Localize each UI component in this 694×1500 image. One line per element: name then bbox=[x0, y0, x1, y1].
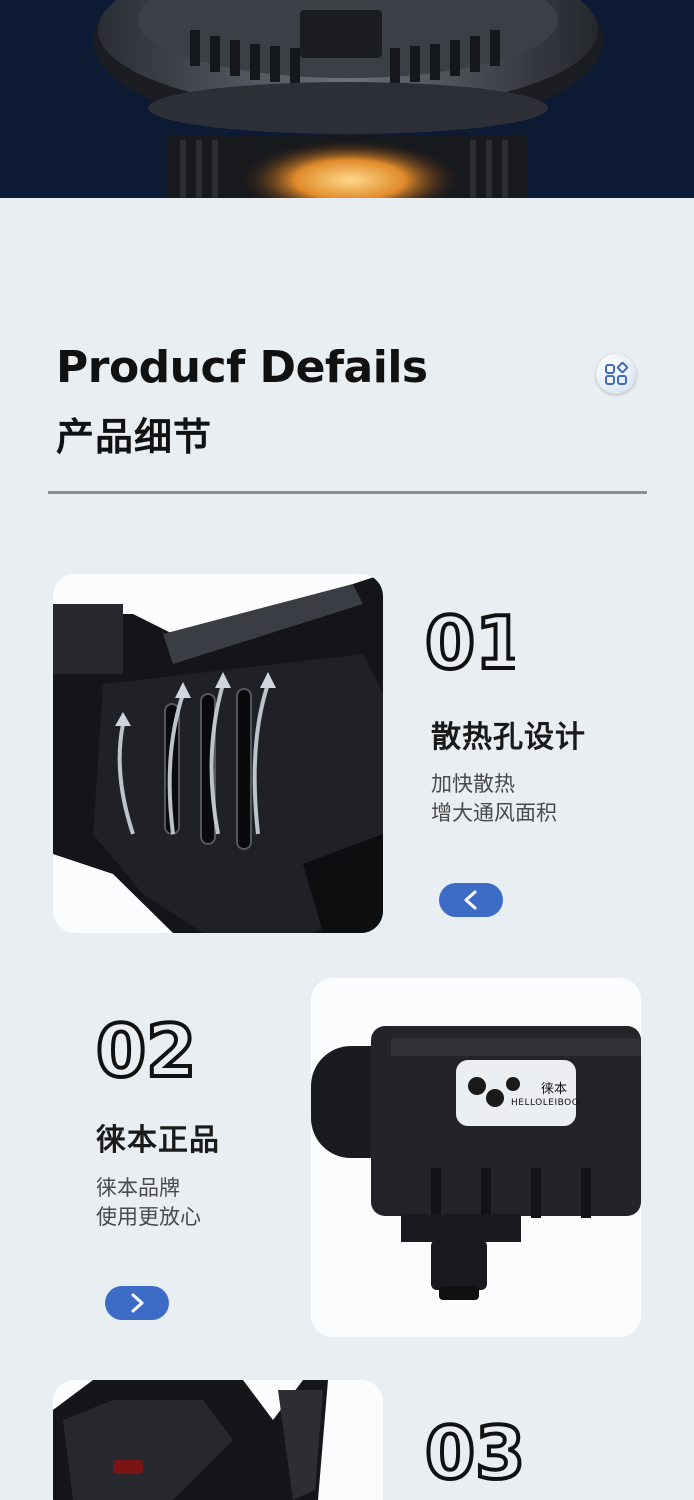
feature-02-desc: 徕本品牌 使用更放心 bbox=[96, 1174, 201, 1232]
feature-01-desc: 加快散热 增大通风面积 bbox=[431, 770, 557, 828]
product-label-brand-en: HELLOLEIBOO bbox=[511, 1098, 580, 1108]
product-label-brand-cn: 徕本 bbox=[541, 1082, 568, 1097]
section-title-en: Producf Defails bbox=[56, 342, 428, 393]
feature-01-desc-line1: 加快散热 bbox=[431, 772, 515, 796]
feature-01-desc-line2: 增大通风面积 bbox=[431, 801, 557, 825]
grid-icon bbox=[605, 361, 629, 385]
next-button[interactable] bbox=[105, 1286, 169, 1320]
feature-number-02: 02 bbox=[94, 1007, 226, 1095]
svg-text:01: 01 bbox=[425, 606, 515, 676]
trigger-illustration bbox=[53, 1380, 383, 1500]
svg-text:02: 02 bbox=[96, 1012, 196, 1084]
grid-menu-button[interactable] bbox=[596, 354, 636, 394]
chevron-right-icon bbox=[131, 1293, 144, 1313]
feature-02-desc-line1: 徕本品牌 bbox=[96, 1176, 180, 1200]
hero-product-image bbox=[0, 0, 694, 198]
feature-01-title: 散热孔设计 bbox=[431, 720, 586, 755]
feature-02-image: 徕本 HELLOLEIBOO bbox=[311, 978, 641, 1337]
feature-number-01: 01 bbox=[423, 599, 527, 687]
heatsink-product-illustration bbox=[0, 0, 694, 198]
vent-holes-illustration bbox=[53, 574, 383, 933]
feature-number-03: 03 bbox=[423, 1409, 555, 1497]
section-divider bbox=[48, 491, 647, 494]
prev-button[interactable] bbox=[439, 883, 503, 917]
brand-label-illustration bbox=[311, 978, 641, 1337]
feature-02-title: 徕本正品 bbox=[96, 1123, 220, 1158]
section-title-cn: 产品细节 bbox=[56, 415, 213, 459]
feature-03-image bbox=[53, 1380, 383, 1500]
svg-text:03: 03 bbox=[425, 1411, 525, 1486]
feature-01-image bbox=[53, 574, 383, 933]
feature-02-desc-line2: 使用更放心 bbox=[96, 1205, 201, 1229]
chevron-left-icon bbox=[464, 890, 477, 910]
